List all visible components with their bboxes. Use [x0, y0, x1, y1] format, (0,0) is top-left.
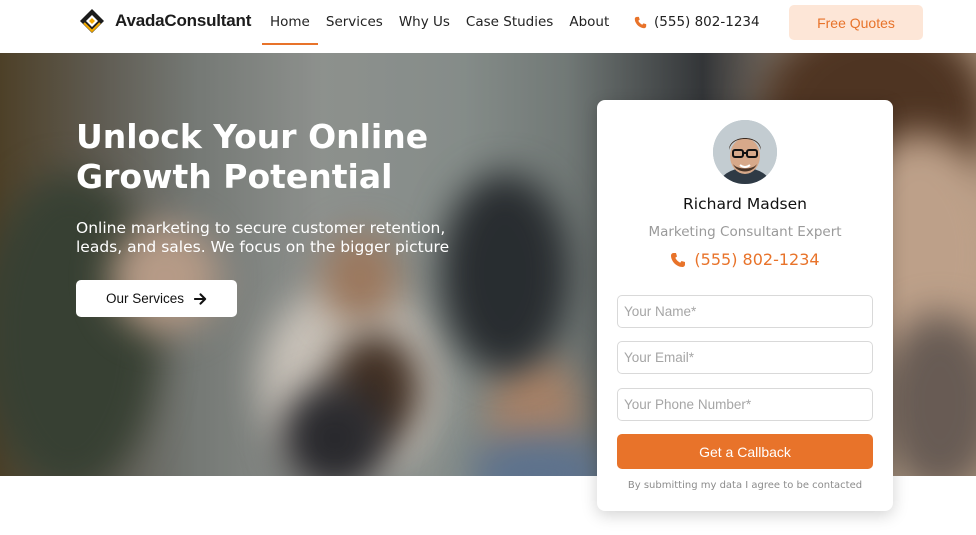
nav-why-us[interactable]: Why Us [391, 0, 458, 45]
hero-subtitle: Online marketing to secure customer rete… [76, 219, 450, 256]
nav-services[interactable]: Services [318, 0, 391, 45]
consent-note: By submitting my data I agree to be cont… [627, 480, 863, 491]
get-callback-button[interactable]: Get a Callback [617, 434, 873, 469]
phone-icon [634, 16, 647, 28]
header-phone-number: (555) 802-1234 [654, 14, 760, 30]
name-field[interactable] [617, 295, 873, 328]
main-menu: Home Services Why Us Case Studies About [262, 0, 617, 45]
header-phone[interactable]: (555) 802-1234 [634, 14, 760, 30]
nav-about[interactable]: About [561, 0, 617, 45]
logo-icon [80, 9, 104, 33]
contact-card: Richard Madsen Marketing Consultant Expe… [597, 100, 893, 511]
consultant-name: Richard Madsen [683, 195, 807, 213]
consultant-phone[interactable]: (555) 802-1234 [597, 250, 893, 269]
consultant-phone-number: (555) 802-1234 [694, 250, 820, 269]
email-field[interactable] [617, 341, 873, 374]
nav-home[interactable]: Home [262, 0, 318, 45]
arrow-right-icon [194, 292, 207, 305]
our-services-button[interactable]: Our Services [76, 280, 237, 317]
phone-field[interactable] [617, 388, 873, 421]
our-services-label: Our Services [105, 291, 185, 306]
brand-logo[interactable]: AvadaConsultant [78, 7, 251, 35]
phone-icon [671, 252, 686, 267]
nav-case-studies[interactable]: Case Studies [458, 0, 561, 45]
hero-title: Unlock Your Online Growth Potential [76, 117, 429, 196]
avatar-photo [713, 120, 777, 184]
free-quotes-button[interactable]: Free Quotes [789, 5, 923, 40]
top-navbar: AvadaConsultant Home Services Why Us Cas… [0, 0, 976, 53]
avatar [713, 120, 777, 184]
consultant-role: Marketing Consultant Expert [648, 224, 842, 240]
brand-name: AvadaConsultant [115, 11, 252, 30]
